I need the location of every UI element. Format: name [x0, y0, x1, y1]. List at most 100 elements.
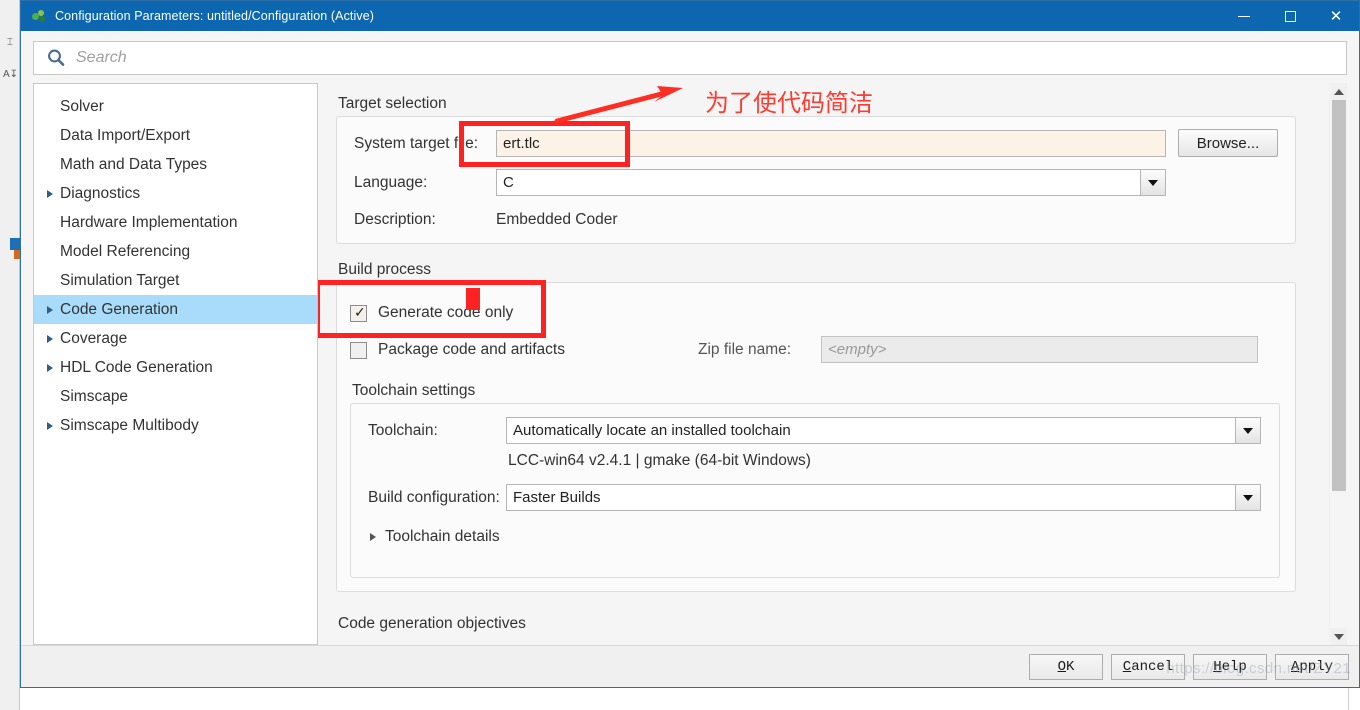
sidebar-item-label: Solver: [60, 97, 104, 115]
toolchain-details-label: Toolchain details: [385, 528, 500, 545]
help-label-rest: elp: [1221, 658, 1247, 675]
chevron-right-icon[interactable]: [40, 421, 60, 430]
language-label: Language:: [354, 174, 428, 191]
dialog-title-bar: Configuration Parameters: untitled/Confi…: [21, 1, 1359, 31]
toolchain-details-expander[interactable]: Toolchain details: [370, 528, 500, 546]
dialog-body: Solver Data Import/Export Math and Data …: [21, 83, 1359, 645]
cancel-button[interactable]: Cancel: [1111, 653, 1185, 680]
zip-file-name-label: Zip file name:: [698, 341, 792, 358]
search-bar-area: [21, 31, 1359, 83]
search-box[interactable]: [33, 41, 1347, 75]
package-code-checkbox-row[interactable]: Package code and artifacts: [350, 341, 565, 359]
package-code-label: Package code and artifacts: [378, 341, 565, 358]
description-value: Embedded Coder: [496, 211, 618, 228]
settings-tree[interactable]: Solver Data Import/Export Math and Data …: [33, 83, 318, 645]
annotation-dot-marker: [466, 288, 480, 310]
dialog-button-bar: https://blog.csdn.net/ZY21 OK Cancel Hel…: [21, 645, 1359, 687]
sidebar-item-hardware-implementation[interactable]: Hardware Implementation: [34, 208, 317, 237]
sidebar-item-label: Diagnostics: [60, 184, 141, 202]
sidebar-item-hdl-code-generation[interactable]: HDL Code Generation: [34, 353, 317, 382]
zip-file-name-placeholder: <empty>: [828, 341, 887, 358]
sidebar-item-coverage[interactable]: Coverage: [34, 324, 317, 353]
toolchain-settings-title: Toolchain settings: [352, 382, 476, 399]
ok-button[interactable]: OK: [1029, 653, 1103, 680]
language-value: C: [503, 174, 514, 191]
description-label: Description:: [354, 211, 436, 228]
background-tool-icon-2: A↧: [3, 69, 19, 80]
close-icon: ✕: [1329, 6, 1343, 25]
sidebar-item-label: HDL Code Generation: [60, 358, 213, 376]
sidebar-item-label: Data Import/Export: [60, 126, 191, 144]
sidebar-item-label: Simulation Target: [60, 271, 180, 289]
build-configuration-dropdown[interactable]: Faster Builds: [506, 484, 1261, 511]
sidebar-item-simscape[interactable]: Simscape: [34, 382, 317, 411]
toolchain-label: Toolchain:: [368, 422, 438, 439]
background-toolbar-strip: ⌶ A↧: [0, 0, 20, 710]
system-target-file-value: ert.tlc: [503, 135, 540, 152]
sidebar-item-simulation-target[interactable]: Simulation Target: [34, 266, 317, 295]
content-scrollbar[interactable]: [1329, 83, 1347, 645]
system-target-file-input[interactable]: ert.tlc: [496, 130, 1166, 157]
apply-mnemonic: A: [1290, 658, 1300, 675]
sidebar-item-label: Hardware Implementation: [60, 213, 238, 231]
background-tool-icon-1: ⌶: [7, 37, 13, 48]
scroll-up-button[interactable]: [1330, 83, 1347, 100]
scroll-down-button[interactable]: [1330, 628, 1347, 645]
close-button[interactable]: ✕: [1313, 1, 1359, 31]
sidebar-item-code-generation[interactable]: Code Generation: [34, 295, 317, 324]
search-icon: [48, 49, 65, 66]
search-input[interactable]: [74, 43, 1338, 73]
chevron-right-icon[interactable]: [40, 305, 60, 314]
target-selection-title: Target selection: [338, 95, 447, 112]
dialog-title: Configuration Parameters: untitled/Confi…: [55, 9, 375, 23]
chevron-down-icon: [1333, 633, 1344, 640]
annotation-note-text: 为了使代码简洁: [705, 89, 873, 117]
chevron-down-icon[interactable]: [1235, 418, 1260, 443]
sidebar-item-solver[interactable]: Solver: [34, 92, 317, 121]
code-generation-objectives-title: Code generation objectives: [338, 615, 526, 632]
browse-button[interactable]: Browse...: [1178, 129, 1278, 157]
minimize-button[interactable]: [1221, 1, 1267, 31]
help-button[interactable]: Help: [1193, 653, 1267, 680]
chevron-right-icon[interactable]: [40, 189, 60, 198]
build-configuration-label: Build configuration:: [368, 489, 500, 506]
help-mnemonic: H: [1213, 658, 1222, 675]
configuration-parameters-dialog: Configuration Parameters: untitled/Confi…: [20, 0, 1360, 688]
background-accent-blue: [10, 238, 20, 250]
scrollbar-thumb[interactable]: [1331, 100, 1346, 491]
language-dropdown[interactable]: C: [496, 169, 1166, 196]
sidebar-item-diagnostics[interactable]: Diagnostics: [34, 179, 317, 208]
package-code-checkbox[interactable]: [350, 341, 367, 359]
generate-code-only-checkbox-row[interactable]: ✓ Generate code only: [350, 304, 513, 322]
toolchain-value: Automatically locate an installed toolch…: [513, 422, 791, 439]
ok-label-rest: K: [1066, 658, 1075, 675]
apply-label-rest: pply: [1299, 658, 1333, 675]
sidebar-item-label: Coverage: [60, 329, 128, 347]
sidebar-item-label: Simscape: [60, 387, 129, 405]
chevron-down-icon[interactable]: [1235, 485, 1260, 510]
chevron-down-icon[interactable]: [1140, 170, 1165, 195]
chevron-right-icon[interactable]: [40, 334, 60, 343]
ok-mnemonic: O: [1057, 658, 1066, 675]
chevron-right-icon[interactable]: [370, 533, 376, 541]
sidebar-item-model-referencing[interactable]: Model Referencing: [34, 237, 317, 266]
sidebar-item-simscape-multibody[interactable]: Simscape Multibody: [34, 411, 317, 440]
system-target-file-label: System target file:: [354, 135, 479, 152]
toolchain-info-text: LCC-win64 v2.4.1 | gmake (64-bit Windows…: [508, 452, 811, 469]
generate-code-only-label: Generate code only: [378, 304, 514, 321]
sidebar-item-label: Code Generation: [60, 300, 179, 318]
sidebar-item-label: Model Referencing: [60, 242, 191, 260]
generate-code-only-checkbox[interactable]: ✓: [350, 304, 367, 322]
cancel-label-rest: ancel: [1131, 658, 1174, 675]
apply-button[interactable]: Apply: [1275, 653, 1349, 680]
simulink-icon: [31, 8, 47, 24]
sidebar-item-data-import-export[interactable]: Data Import/Export: [34, 121, 317, 150]
chevron-right-icon[interactable]: [40, 363, 60, 372]
cancel-mnemonic: C: [1122, 658, 1132, 675]
sidebar-item-math-and-data-types[interactable]: Math and Data Types: [34, 150, 317, 179]
toolchain-dropdown[interactable]: Automatically locate an installed toolch…: [506, 417, 1261, 444]
scrollbar-track[interactable]: [1331, 100, 1346, 628]
sidebar-item-label: Simscape Multibody: [60, 416, 199, 434]
maximize-button[interactable]: [1267, 1, 1313, 31]
build-process-title: Build process: [338, 261, 432, 278]
